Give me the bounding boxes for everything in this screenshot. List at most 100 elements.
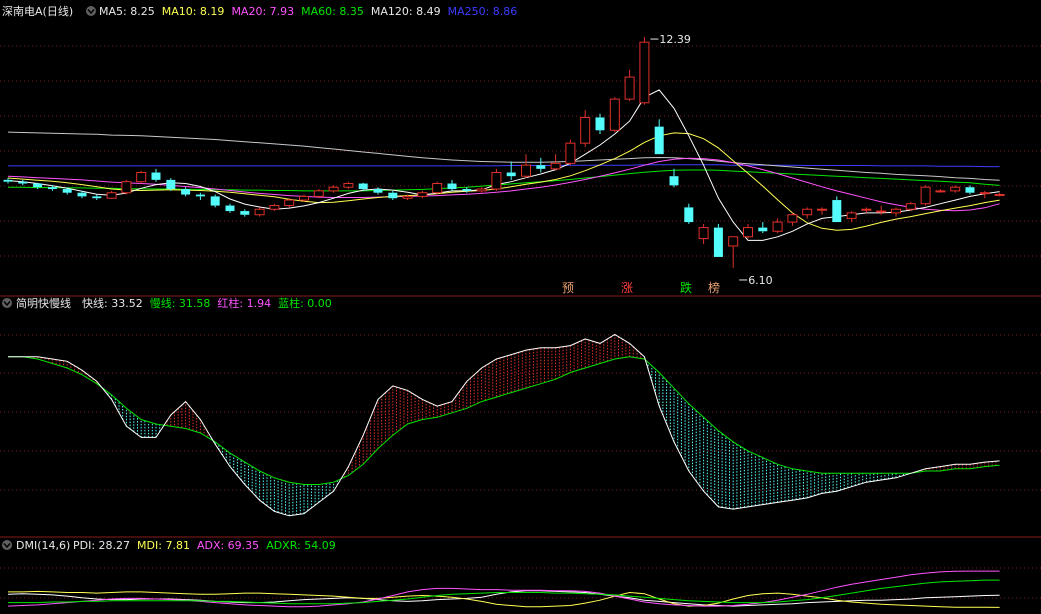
dmi-value-label: ADXR: 54.09 <box>266 539 336 552</box>
candle-body <box>3 179 13 182</box>
candle[interactable] <box>861 207 872 213</box>
candle-body <box>698 227 709 240</box>
candle[interactable] <box>846 211 857 223</box>
ma250-line <box>8 164 1000 168</box>
candle[interactable] <box>743 223 753 239</box>
candle[interactable] <box>121 179 132 195</box>
candle[interactable] <box>787 212 798 226</box>
candle[interactable] <box>595 113 605 134</box>
dmi-legend: DMI(14,6) PDI: 28.27 MDI: 7.81 ADX: 69.35 A… <box>2 539 336 552</box>
candle[interactable] <box>432 181 443 195</box>
candle[interactable] <box>728 236 739 268</box>
candle[interactable] <box>373 187 383 195</box>
candle-body <box>121 181 132 194</box>
ma-value-label: MA60: 8.35 <box>301 5 364 18</box>
signal-tags[interactable]: 预涨跌榜 <box>562 280 720 295</box>
candle[interactable] <box>166 178 176 191</box>
candle[interactable] <box>506 161 516 180</box>
candle[interactable] <box>994 192 1005 197</box>
candle[interactable] <box>417 190 428 199</box>
candle[interactable] <box>891 207 901 217</box>
stock-title[interactable]: 深南电A(日线) <box>2 4 73 18</box>
dmi-title[interactable]: DMI(14,6) <box>16 539 70 552</box>
candle-body <box>328 186 339 192</box>
candle[interactable] <box>832 196 842 223</box>
candle[interactable] <box>758 222 768 234</box>
candle[interactable] <box>654 119 664 155</box>
candle[interactable] <box>106 190 117 199</box>
candle[interactable] <box>935 189 946 193</box>
candle-body <box>447 183 457 190</box>
candle[interactable] <box>802 207 813 219</box>
price-collapse-button[interactable] <box>86 6 96 16</box>
candle[interactable] <box>624 69 635 101</box>
candle[interactable] <box>254 207 265 217</box>
dmi-panel: DMI(14,6) PDI: 28.27 MDI: 7.81 ADX: 69.35 A… <box>2 539 1000 608</box>
candle[interactable] <box>447 179 457 191</box>
candle[interactable] <box>669 168 679 188</box>
candle[interactable] <box>151 168 161 182</box>
candle[interactable] <box>210 194 220 208</box>
candle[interactable] <box>639 37 650 105</box>
candle-body <box>580 116 591 144</box>
signal-tag[interactable]: 预 <box>562 281 574 295</box>
candle[interactable] <box>965 185 975 195</box>
ma-value-label: MA10: 8.19 <box>162 5 225 18</box>
candle-body <box>772 221 783 232</box>
candle[interactable] <box>92 194 102 201</box>
candle-body <box>388 192 398 199</box>
candle-body <box>240 211 250 215</box>
candle[interactable] <box>136 170 147 184</box>
candle-body <box>33 183 43 188</box>
candle-body <box>935 190 946 193</box>
candle[interactable] <box>684 203 694 224</box>
candle[interactable] <box>609 97 620 133</box>
candle-body <box>846 212 857 219</box>
candle[interactable] <box>388 190 398 201</box>
candle-body <box>728 236 739 247</box>
fast-slow-value-label: 蓝柱: 0.00 <box>278 296 332 310</box>
candle-body <box>269 205 280 210</box>
candle-body <box>358 183 368 190</box>
fast-slow-title[interactable]: 简明快慢线 <box>16 296 71 310</box>
candle[interactable] <box>284 198 295 208</box>
candle-body <box>684 207 694 223</box>
signal-tag[interactable]: 跌 <box>680 280 692 295</box>
candle[interactable] <box>713 223 723 257</box>
candle[interactable] <box>817 207 827 215</box>
dmi-collapse-button[interactable] <box>2 540 12 550</box>
candle-body <box>802 208 813 216</box>
candle-body <box>284 199 295 207</box>
candle[interactable] <box>181 187 191 197</box>
candle[interactable] <box>565 139 576 166</box>
candle[interactable] <box>269 203 280 212</box>
candle[interactable] <box>225 203 235 213</box>
candle[interactable] <box>536 157 546 173</box>
candle-body <box>565 142 576 164</box>
candle[interactable] <box>491 168 502 191</box>
adx-line <box>7 570 1000 608</box>
fast-slow-legend: 简明快慢线 快线: 33.52 慢线: 31.58 红柱: 1.94 蓝柱: 0.00 <box>2 296 332 310</box>
candle[interactable] <box>905 201 916 212</box>
candle[interactable] <box>195 192 205 201</box>
candle[interactable] <box>33 182 43 190</box>
candle[interactable] <box>476 187 487 193</box>
candle[interactable] <box>18 179 28 186</box>
candlesticks[interactable] <box>3 37 1005 268</box>
candle-body <box>787 214 798 223</box>
candle-body <box>550 162 561 170</box>
candle[interactable] <box>3 178 13 184</box>
candle-body <box>77 192 87 197</box>
signal-tag[interactable]: 涨 <box>621 280 633 295</box>
candle[interactable] <box>240 209 250 217</box>
candle-body <box>506 172 516 177</box>
candle-body <box>758 227 768 232</box>
candle[interactable] <box>698 223 709 245</box>
signal-tag[interactable]: 榜 <box>708 280 720 295</box>
candle-body <box>299 195 309 201</box>
candle[interactable] <box>343 181 354 190</box>
candle[interactable] <box>920 185 931 206</box>
candle[interactable] <box>521 154 531 179</box>
candle[interactable] <box>313 189 324 199</box>
macd-collapse-button[interactable] <box>2 298 12 308</box>
